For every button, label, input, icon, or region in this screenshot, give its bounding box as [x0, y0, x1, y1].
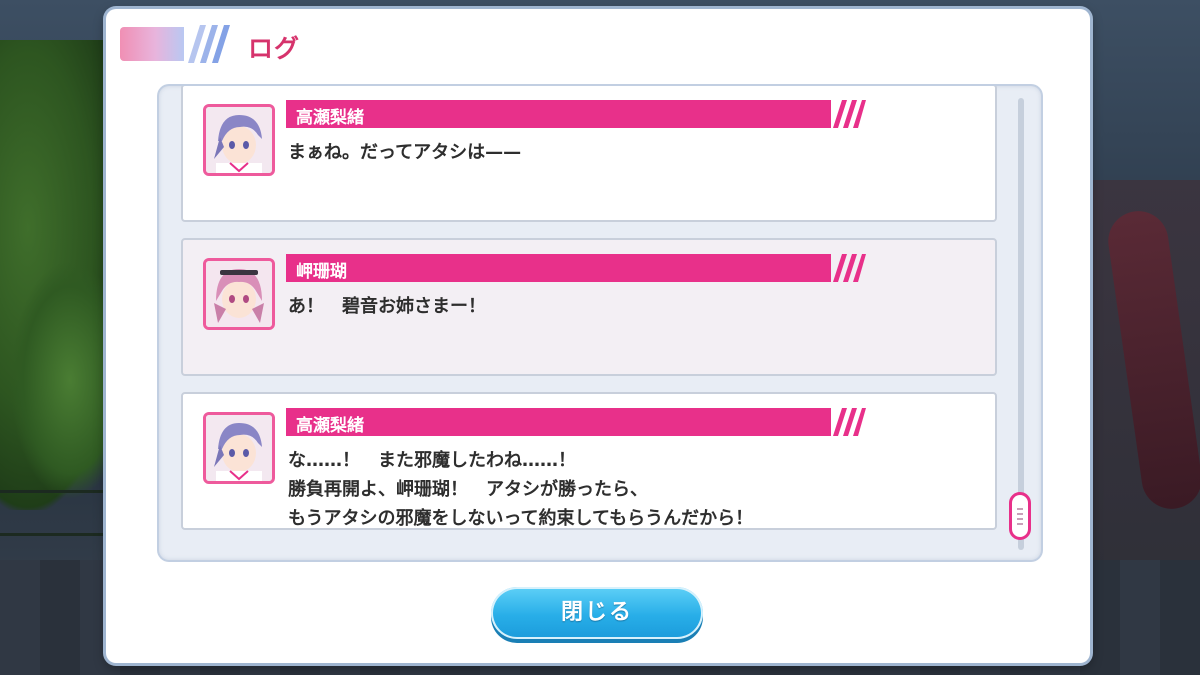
- log-entry: 高瀬梨緒 まぁね。だってアタシは——: [181, 86, 997, 222]
- log-scroll-area[interactable]: 高瀬梨緒 まぁね。だってアタシは—— 岬珊瑚 あ！ 碧音お姉さまー！ 高瀬梨緒 …: [159, 86, 1041, 560]
- dialog-line: もうアタシの邪魔をしないって約束してもらうんだから！: [288, 508, 754, 529]
- dialog-text: な……！ また邪魔したわね……！ 勝負再開よ、岬珊瑚！ アタシが勝ったら、 もう…: [288, 446, 978, 533]
- dialog-header: ログ: [120, 19, 420, 71]
- character-portrait-icon: [203, 258, 275, 330]
- header-gradient-tab: [120, 27, 184, 61]
- speaker-name-bar: 高瀬梨緒: [286, 408, 866, 436]
- log-entry: 高瀬梨緒 な……！ また邪魔したわね……！ 勝負再開よ、岬珊瑚！ アタシが勝った…: [181, 392, 997, 530]
- speaker-name: 高瀬梨緒: [296, 416, 364, 436]
- speaker-name-bar: 岬珊瑚: [286, 254, 866, 282]
- dialog-text: あ！ 碧音お姉さまー！: [288, 292, 978, 321]
- character-portrait-icon: [203, 104, 275, 176]
- header-slash-decoration: [188, 25, 230, 63]
- speaker-name-bar: 高瀬梨緒: [286, 100, 866, 128]
- log-dialog: ログ 高瀬梨緒 まぁね。だってアタシは—— 岬珊瑚 あ！ 碧音お姉さまー！ 高瀬…: [106, 9, 1090, 663]
- name-slash-decoration: [833, 100, 866, 128]
- scrollbar-thumb[interactable]: [1009, 492, 1031, 540]
- dialog-title: ログ: [248, 34, 301, 63]
- speaker-name: 岬珊瑚: [296, 262, 347, 282]
- scrollbar-track[interactable]: [1018, 98, 1024, 550]
- name-slash-decoration: [833, 408, 866, 436]
- name-slash-decoration: [833, 254, 866, 282]
- log-entry: 岬珊瑚 あ！ 碧音お姉さまー！: [181, 238, 997, 376]
- dialog-line: な……！ また邪魔したわね……！: [288, 450, 576, 471]
- character-portrait-icon: [203, 412, 275, 484]
- background-fence: [0, 490, 110, 536]
- close-button[interactable]: 閉じる: [491, 587, 703, 639]
- dialog-line: 勝負再開よ、岬珊瑚！ アタシが勝ったら、: [288, 479, 648, 500]
- dialog-text: まぁね。だってアタシは——: [288, 138, 978, 167]
- dialog-line: まぁね。だってアタシは——: [288, 142, 522, 163]
- speaker-name: 高瀬梨緒: [296, 108, 364, 128]
- dialog-line: あ！ 碧音お姉さまー！: [288, 296, 486, 317]
